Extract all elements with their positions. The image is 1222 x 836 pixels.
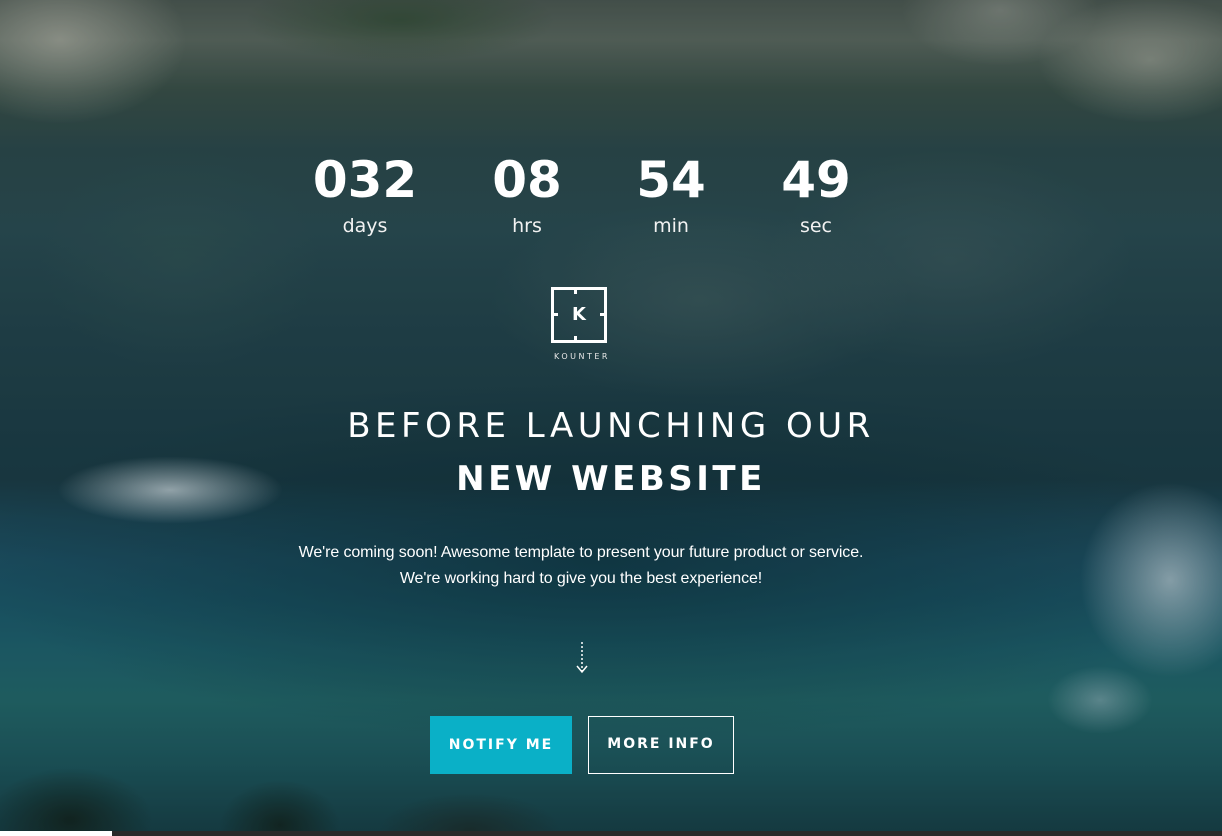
kounter-logo-icon[interactable]: K KOUNTER (547, 284, 617, 368)
headline-line-2: NEW WEBSITE (456, 459, 766, 499)
logo-tick-left (551, 313, 558, 316)
logo-tick-bottom (574, 336, 577, 343)
hero-section: 032 days 08 hrs 54 min 49 sec K KOUNTER … (0, 0, 1222, 836)
bottom-progress-segment (0, 831, 112, 836)
countdown-minutes-value: 54 (636, 151, 706, 209)
arrow-down-icon[interactable] (571, 640, 593, 676)
logo-wordmark: KOUNTER (554, 352, 610, 361)
subtitle-text: We're coming soon! Awesome template to p… (211, 540, 951, 592)
countdown-hours-value: 08 (492, 151, 562, 209)
subtitle-line-2: We're working hard to give you the best … (399, 570, 763, 587)
countdown-days: 032 days (292, 150, 438, 239)
notify-me-button[interactable]: NOTIFY ME (430, 716, 572, 774)
countdown-seconds-label: sec (799, 215, 833, 237)
more-info-button[interactable]: MORE INFO (588, 716, 734, 774)
bottom-progress-bar (0, 831, 1222, 836)
countdown-days-value: 032 (312, 151, 418, 209)
logo-letter: K (572, 304, 586, 325)
countdown-days-label: days (342, 215, 388, 237)
countdown-minutes: 54 min (598, 150, 744, 239)
countdown-seconds-value: 49 (781, 151, 851, 209)
countdown-minutes-label: min (653, 215, 689, 237)
countdown-hours: 08 hrs (454, 150, 600, 239)
countdown-hours-label: hrs (512, 215, 542, 237)
logo-tick-top (574, 287, 577, 294)
countdown-timer: 032 days 08 hrs 54 min 49 sec (292, 150, 888, 250)
logo-tick-right (600, 313, 607, 316)
headline-line-1: BEFORE LAUNCHING OUR (347, 406, 875, 446)
countdown-seconds: 49 sec (743, 150, 889, 239)
subtitle-line-1: We're coming soon! Awesome template to p… (298, 544, 864, 561)
